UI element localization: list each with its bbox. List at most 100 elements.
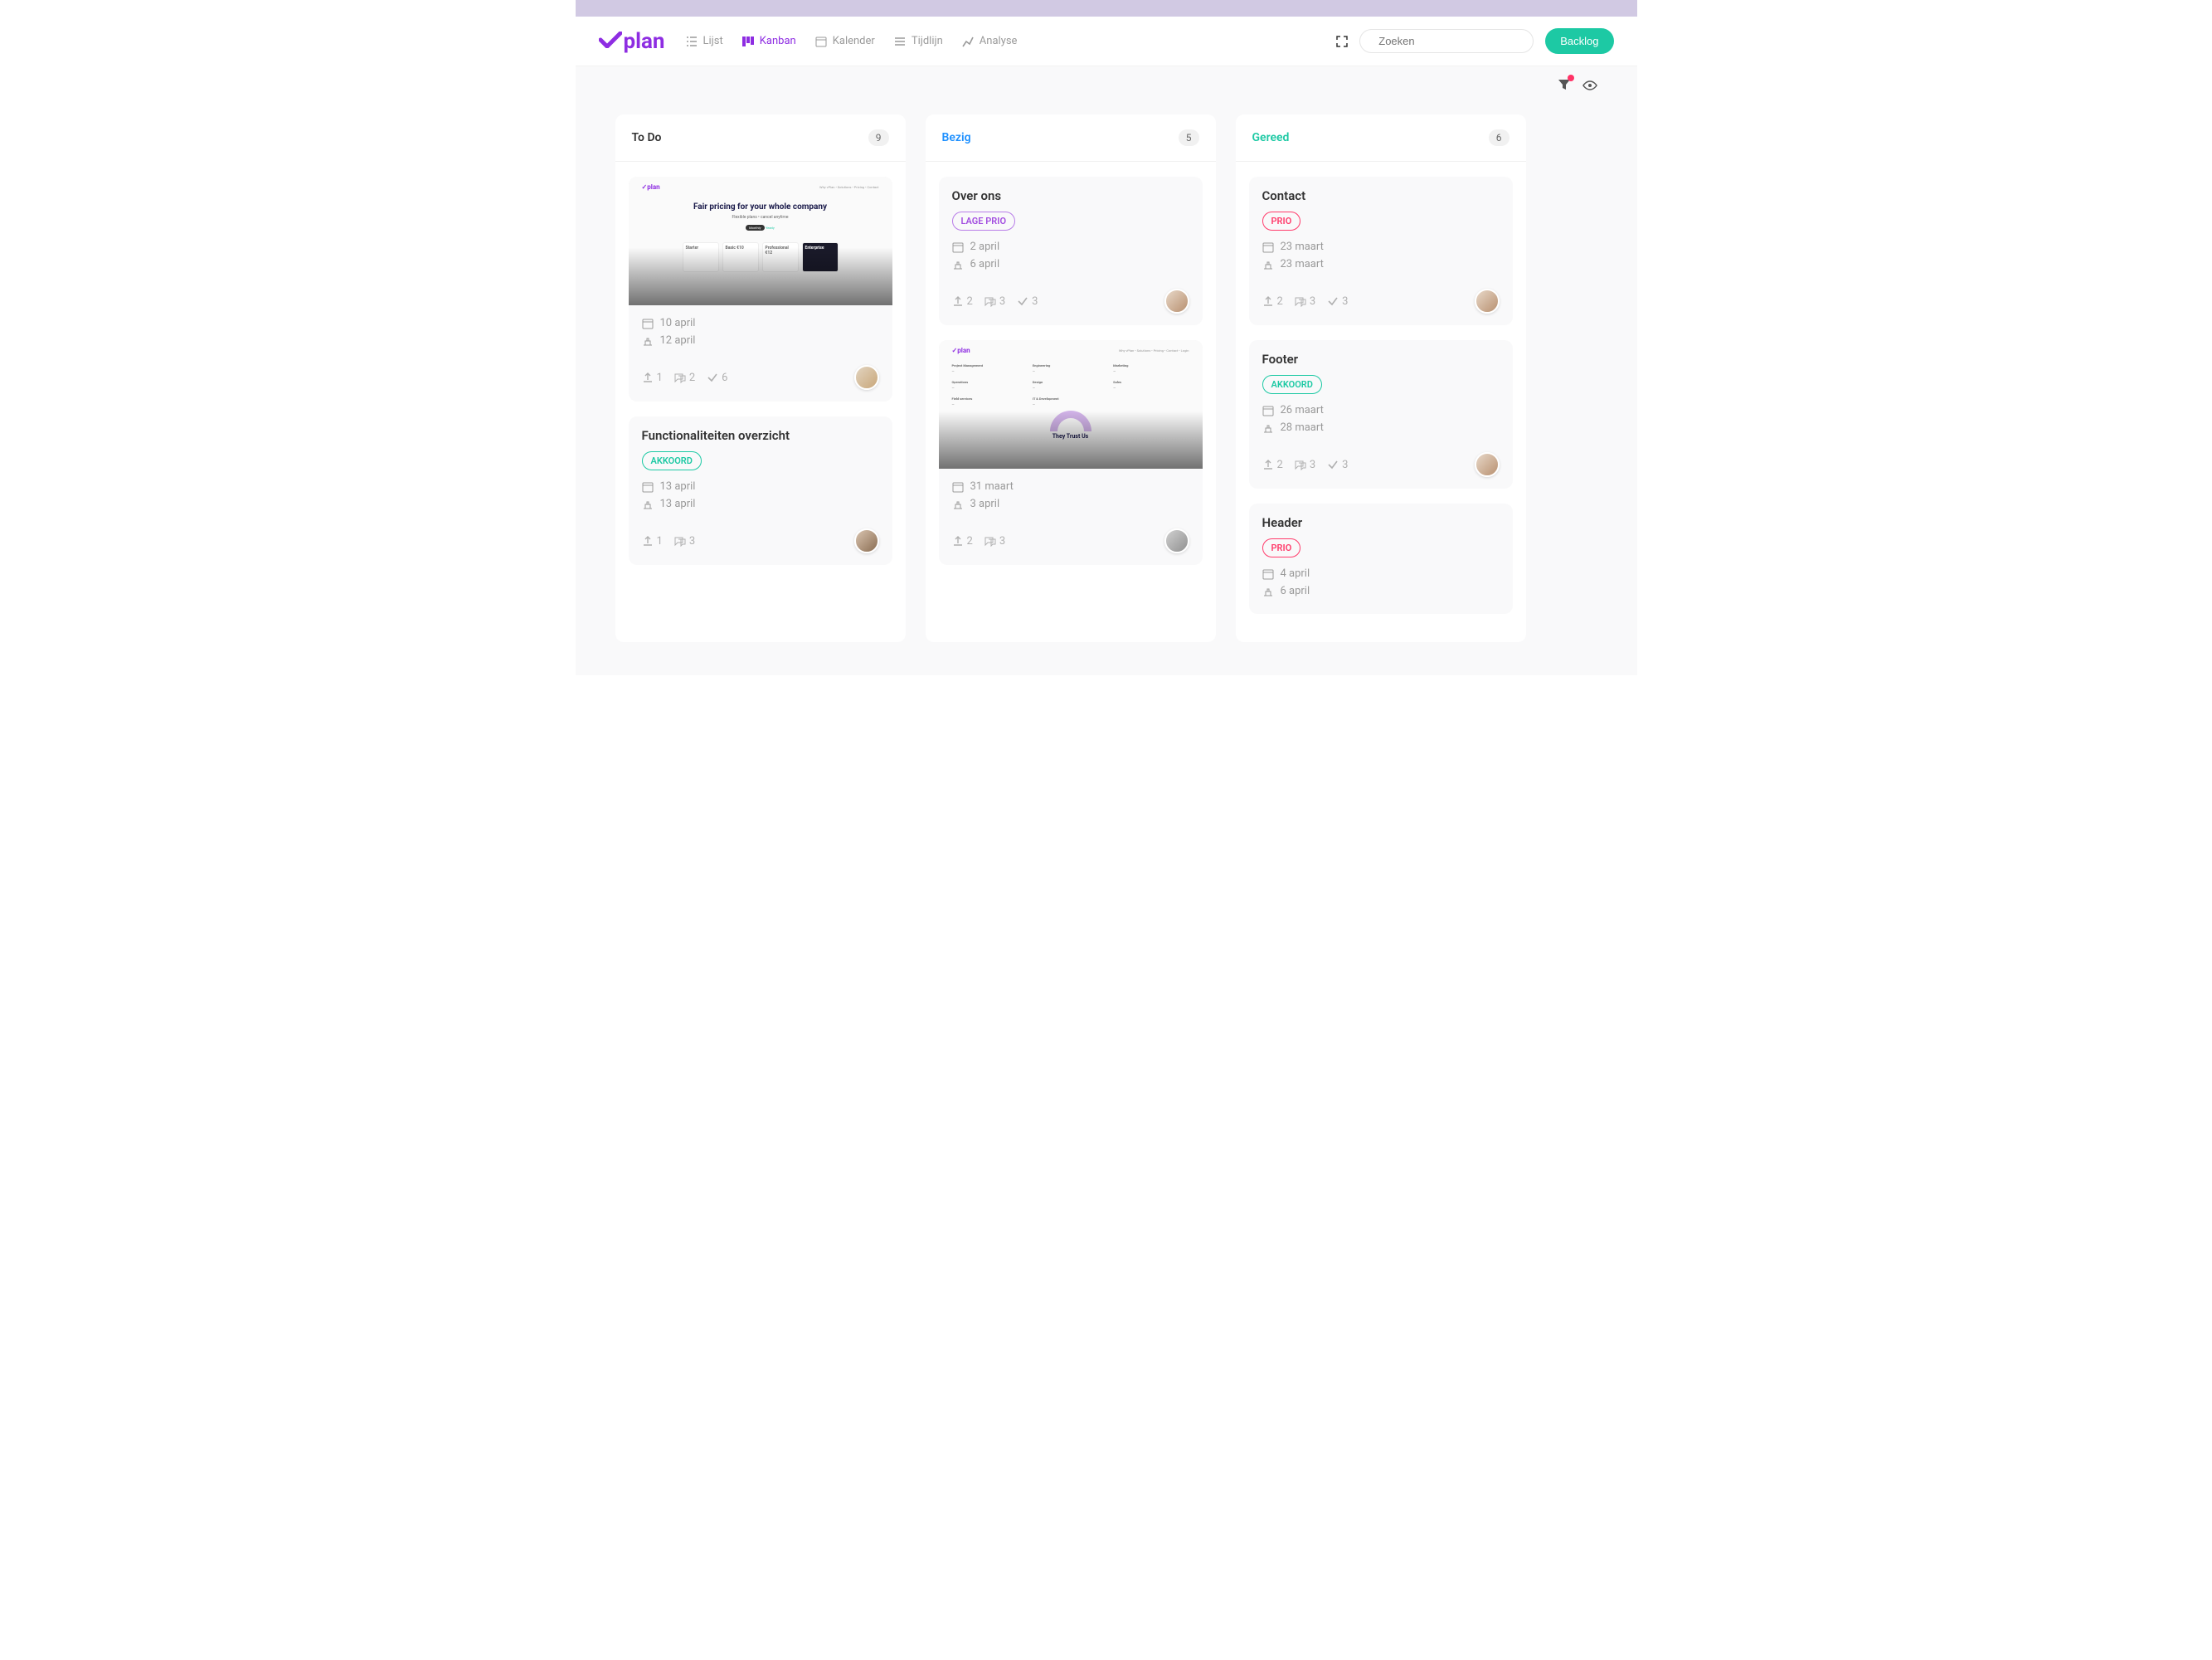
card-tag: AKKOORD bbox=[1262, 375, 1322, 394]
card-title: Over ons bbox=[952, 188, 1189, 203]
column-body: ✓plan Why vPlan • Solutions • Pricing • … bbox=[615, 162, 906, 642]
kanban-board: To Do 9 ✓plan Why vPlan • Solutions • Pr… bbox=[576, 95, 1637, 675]
tab-kanban[interactable]: Kanban bbox=[741, 35, 796, 48]
column-todo: To Do 9 ✓plan Why vPlan • Solutions • Pr… bbox=[615, 114, 906, 642]
check-icon bbox=[1327, 459, 1339, 470]
deadline-icon bbox=[642, 335, 654, 347]
card-start-date: 2 april bbox=[952, 241, 1189, 253]
check-icon bbox=[1017, 295, 1028, 307]
logo: plan bbox=[599, 29, 665, 54]
assignee-avatar[interactable] bbox=[854, 365, 879, 390]
card-tag: PRIO bbox=[1262, 538, 1301, 557]
upload-icon bbox=[952, 295, 964, 307]
visibility-toggle[interactable] bbox=[1582, 78, 1597, 93]
deadline-icon bbox=[952, 259, 964, 270]
stat-comments: 3 bbox=[1295, 459, 1315, 471]
filter-button[interactable] bbox=[1558, 78, 1571, 95]
card-stats: 2 3 3 bbox=[1262, 459, 1349, 471]
card-start-date: 31 maart bbox=[952, 480, 1189, 493]
column-bezig: Bezig 5 Over ons LAGE PRIO 2 april 6 bbox=[926, 114, 1216, 642]
tab-list-label: Lijst bbox=[703, 35, 723, 47]
tab-analyse[interactable]: Analyse bbox=[961, 35, 1018, 48]
card-title: Functionaliteiten overzicht bbox=[642, 428, 879, 443]
stat-tasks: 3 bbox=[1327, 295, 1348, 308]
card-over-ons[interactable]: Over ons LAGE PRIO 2 april 6 april bbox=[939, 177, 1203, 325]
search-field[interactable] bbox=[1359, 29, 1534, 53]
stat-comments: 3 bbox=[984, 535, 1005, 548]
card-cover: ✓plan Why vPlan • Solutions • Pricing • … bbox=[629, 177, 892, 305]
assignee-avatar[interactable] bbox=[1475, 289, 1500, 314]
assignee-avatar[interactable] bbox=[1164, 528, 1189, 553]
chat-icon bbox=[674, 372, 686, 383]
list-icon bbox=[685, 35, 698, 48]
card-title: Header bbox=[1262, 515, 1500, 530]
stat-comments: 3 bbox=[984, 295, 1005, 308]
stat-tasks: 3 bbox=[1327, 459, 1348, 471]
column-title: Gereed bbox=[1252, 131, 1290, 144]
card-navigatie-menu[interactable]: ✓plan Why vPlan • Solutions • Pricing • … bbox=[939, 340, 1203, 565]
stat-comments: 2 bbox=[674, 372, 695, 384]
chat-icon bbox=[984, 535, 996, 547]
assignee-avatar[interactable] bbox=[1164, 289, 1189, 314]
upload-icon bbox=[642, 535, 654, 547]
tab-kanban-label: Kanban bbox=[760, 35, 796, 47]
deadline-icon bbox=[1262, 259, 1274, 270]
card-due-date: 12 april bbox=[642, 334, 879, 347]
card-title: Contact bbox=[1262, 188, 1500, 203]
card-functionaliteiten[interactable]: Functionaliteiten overzicht AKKOORD 13 a… bbox=[629, 416, 892, 565]
column-body: Over ons LAGE PRIO 2 april 6 april bbox=[926, 162, 1216, 642]
chat-icon bbox=[1295, 295, 1306, 307]
card-stats: 1 2 6 bbox=[642, 372, 728, 384]
card-start-date: 13 april bbox=[642, 480, 879, 493]
tab-analyse-label: Analyse bbox=[980, 35, 1018, 47]
card-cover: ✓plan Why vPlan • Solutions • Pricing • … bbox=[939, 340, 1203, 469]
fullscreen-icon[interactable] bbox=[1336, 36, 1348, 47]
search-input[interactable] bbox=[1378, 35, 1524, 47]
check-icon bbox=[707, 372, 718, 383]
column-count: 6 bbox=[1489, 129, 1510, 146]
assignee-avatar[interactable] bbox=[1475, 452, 1500, 477]
backlog-button[interactable]: Backlog bbox=[1545, 28, 1613, 54]
card-stats: 2 3 3 bbox=[952, 295, 1038, 308]
tab-calendar[interactable]: Kalender bbox=[814, 35, 875, 48]
card-tag: LAGE PRIO bbox=[952, 212, 1016, 231]
logo-checkmark-icon bbox=[599, 32, 622, 48]
card-due-date: 23 maart bbox=[1262, 258, 1500, 270]
card-start-date: 26 maart bbox=[1262, 404, 1500, 416]
column-header: Bezig 5 bbox=[926, 114, 1216, 162]
stat-comments: 3 bbox=[1295, 295, 1315, 308]
tab-timeline-label: Tijdlijn bbox=[912, 35, 943, 47]
assignee-avatar[interactable] bbox=[854, 528, 879, 553]
column-count: 9 bbox=[868, 129, 889, 146]
tab-timeline[interactable]: Tijdlijn bbox=[893, 35, 943, 48]
deadline-icon bbox=[1262, 422, 1274, 434]
check-icon bbox=[1327, 295, 1339, 307]
card-prijspagina[interactable]: ✓plan Why vPlan • Solutions • Pricing • … bbox=[629, 177, 892, 402]
card-contact[interactable]: Contact PRIO 23 maart 23 maart 2 bbox=[1249, 177, 1513, 325]
stat-attachments: 1 bbox=[642, 372, 663, 384]
timeline-icon bbox=[893, 35, 907, 48]
card-header[interactable]: Header PRIO 4 april 6 april bbox=[1249, 504, 1513, 614]
chat-icon bbox=[1295, 459, 1306, 470]
calendar-icon bbox=[642, 481, 654, 493]
card-start-date: 23 maart bbox=[1262, 241, 1500, 253]
chat-icon bbox=[984, 295, 996, 307]
analyse-icon bbox=[961, 35, 975, 48]
deadline-icon bbox=[952, 499, 964, 510]
card-footer[interactable]: Footer AKKOORD 26 maart 28 maart 2 bbox=[1249, 340, 1513, 489]
filter-active-badge bbox=[1568, 75, 1574, 81]
calendar-icon bbox=[1262, 568, 1274, 580]
deadline-icon bbox=[1262, 586, 1274, 597]
column-body: Contact PRIO 23 maart 23 maart 2 bbox=[1236, 162, 1526, 642]
tab-list[interactable]: Lijst bbox=[685, 35, 723, 48]
column-header: Gereed 6 bbox=[1236, 114, 1526, 162]
chat-icon bbox=[674, 535, 686, 547]
tab-calendar-label: Kalender bbox=[833, 35, 875, 47]
calendar-icon bbox=[952, 481, 964, 493]
column-count: 5 bbox=[1179, 129, 1199, 146]
header-actions: Backlog bbox=[1336, 28, 1613, 54]
stat-attachments: 2 bbox=[952, 535, 973, 548]
kanban-icon bbox=[741, 35, 755, 48]
calendar-icon bbox=[1262, 405, 1274, 416]
card-stats: 2 3 bbox=[952, 535, 1006, 548]
